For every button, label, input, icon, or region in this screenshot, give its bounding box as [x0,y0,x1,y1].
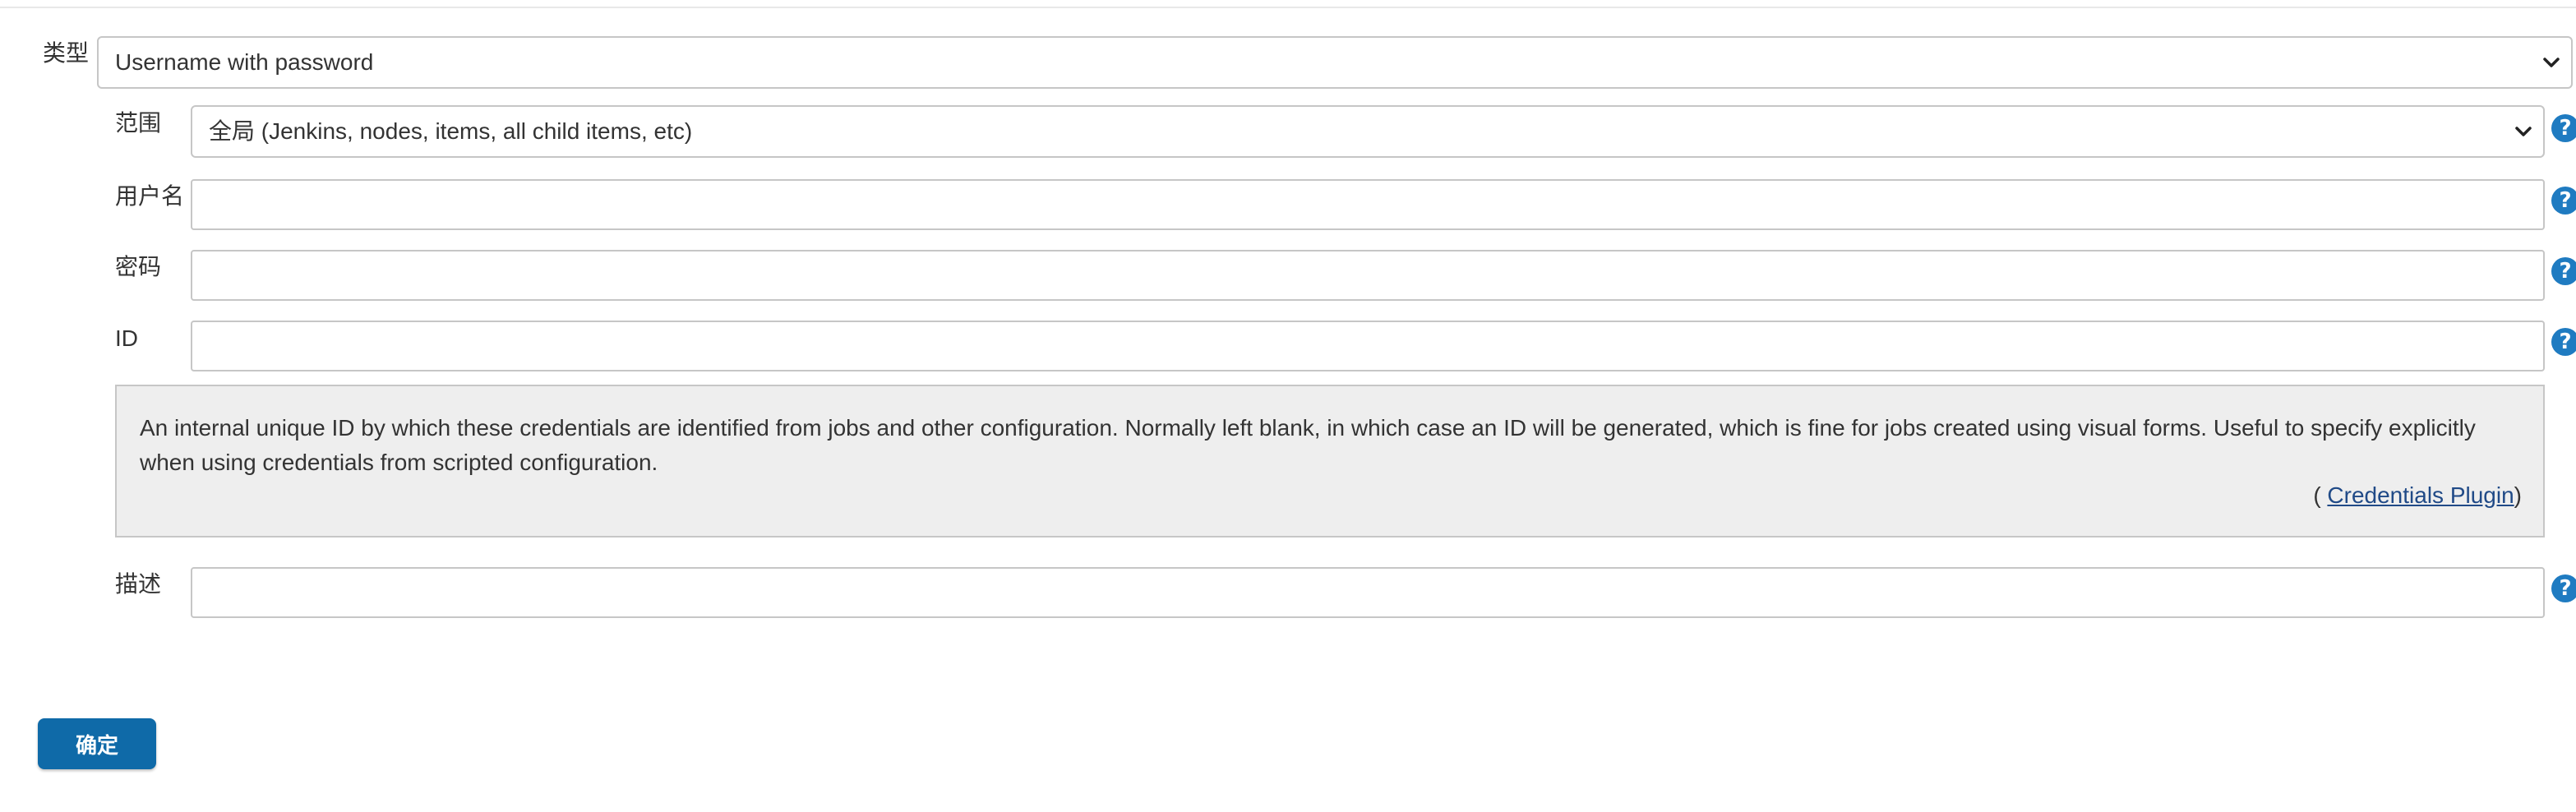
help-source: ( Credentials Plugin) [2313,482,2522,510]
id-label: ID [115,325,138,351]
description-help-icon[interactable]: ? [2551,574,2576,602]
username-help-icon[interactable]: ? [2551,187,2576,215]
password-label: 密码 [115,254,162,279]
username-input[interactable] [191,179,2545,230]
scope-select-value: 全局 (Jenkins, nodes, items, all child ite… [209,118,693,144]
help-source-suffix: ) [2514,482,2522,508]
scope-help-icon[interactable]: ? [2551,114,2576,142]
top-divider [0,0,2576,8]
ok-button[interactable]: 确定 [38,718,156,769]
description-label: 描述 [115,571,162,597]
description-input[interactable] [191,567,2545,618]
credentials-plugin-link[interactable]: Credentials Plugin [2327,482,2514,508]
password-input[interactable] [191,250,2545,301]
username-label: 用户名 [115,183,185,209]
kind-label: 类型 [43,40,90,66]
id-help-panel: An internal unique ID by which these cre… [115,385,2545,537]
chevron-down-icon [2515,127,2532,136]
password-help-icon[interactable]: ? [2551,257,2576,285]
chevron-down-icon [2543,58,2560,67]
scope-select[interactable]: 全局 (Jenkins, nodes, items, all child ite… [191,105,2545,158]
kind-select-value: Username with password [115,49,374,75]
scope-label: 范围 [115,110,162,136]
id-input[interactable] [191,321,2545,371]
id-help-icon[interactable]: ? [2551,328,2576,356]
kind-select[interactable]: Username with password [97,36,2573,89]
help-source-prefix: ( [2313,482,2328,508]
id-help-text: An internal unique ID by which these cre… [140,415,2476,475]
